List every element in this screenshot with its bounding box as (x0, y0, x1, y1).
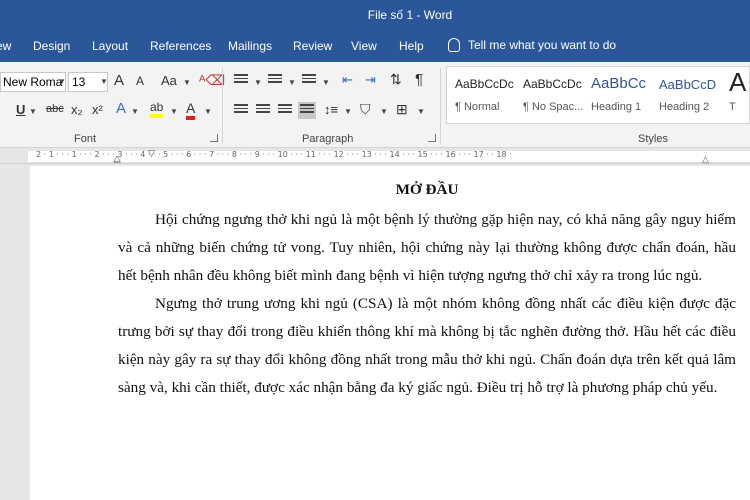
align-right-icon[interactable] (278, 104, 292, 116)
style-heading-2[interactable]: AaBbCcD Heading 2 (651, 67, 721, 123)
underline-button[interactable]: U (16, 102, 25, 117)
shading-icon[interactable]: ⛉ (360, 101, 371, 118)
font-name-box[interactable]: New Roma (0, 72, 66, 92)
left-indent-marker-icon[interactable]: ⧋ (113, 154, 121, 165)
highlight-button[interactable]: ab (150, 100, 164, 118)
tell-me-text: Tell me what you want to do (468, 38, 617, 52)
strikethrough-button[interactable]: abc (46, 103, 64, 115)
text-effects-dropdown-icon[interactable]: ▼ (131, 107, 139, 116)
document-body[interactable]: MỞ ĐẦU Hội chứng ngưng thở khi ngủ là mộ… (118, 180, 736, 402)
font-name-dropdown-icon[interactable]: ▼ (58, 77, 66, 86)
change-case-button[interactable]: Aa (161, 73, 177, 88)
title-bar: File số 1 - Word (0, 0, 750, 30)
style-normal[interactable]: AaBbCcDc ¶ Normal (447, 67, 515, 123)
borders-icon[interactable]: ⊞ (396, 101, 408, 118)
paragraph-group-label: Paragraph (302, 133, 354, 145)
align-left-icon[interactable] (234, 104, 248, 116)
numbering-dropdown-icon[interactable]: ▼ (288, 78, 296, 87)
shading-dropdown-icon[interactable]: ▼ (380, 107, 388, 116)
bullets-icon[interactable] (234, 74, 248, 86)
ribbon-tabs: ew Design Layout References Mailings Rev… (0, 30, 750, 62)
tell-me-box[interactable]: Tell me what you want to do (448, 38, 616, 52)
tab-layout[interactable]: Layout (92, 39, 128, 53)
font-group-label: Font (74, 133, 97, 145)
paragraph-1: Hội chứng ngưng thở khi ngủ là một bệnh … (118, 211, 736, 284)
first-line-indent-marker-icon[interactable]: ▽ (148, 148, 155, 159)
font-size-dropdown-icon[interactable]: ▼ (100, 77, 108, 86)
increase-indent-icon[interactable]: ⇥ (365, 72, 376, 88)
window-title: File số 1 - Word (367, 8, 453, 22)
shrink-font-button[interactable]: A (136, 74, 144, 88)
tab-references[interactable]: References (150, 39, 211, 53)
font-dialog-launcher-icon[interactable] (210, 134, 218, 142)
show-formatting-button[interactable]: ¶ (415, 71, 423, 88)
change-case-dropdown-icon[interactable]: ▼ (183, 78, 191, 87)
tab-view[interactable]: View (351, 39, 377, 53)
subscript-button[interactable]: x₂ (71, 102, 83, 117)
borders-dropdown-icon[interactable]: ▼ (417, 107, 425, 116)
style-no-spacing[interactable]: AaBbCcDc ¶ No Spac... (515, 67, 583, 123)
lightbulb-icon (448, 38, 460, 52)
ribbon-separator (440, 68, 441, 144)
tab-help[interactable]: Help (399, 39, 424, 53)
style-title[interactable]: A T (721, 67, 749, 123)
document-heading: MỞ ĐẦU (395, 181, 459, 198)
highlight-dropdown-icon[interactable]: ▼ (170, 107, 178, 116)
document-page[interactable]: MỞ ĐẦU Hội chứng ngưng thở khi ngủ là mộ… (30, 166, 750, 500)
multilevel-list-icon[interactable] (302, 74, 316, 86)
font-color-button[interactable]: A (186, 100, 196, 120)
horizontal-ruler[interactable]: 2 · 1 · · · 1 · · · 2 · · · 3 · · · 4 · … (0, 148, 750, 164)
numbering-icon[interactable] (268, 74, 282, 86)
ribbon-separator (222, 68, 223, 144)
styles-gallery: AaBbCcDc ¶ Normal AaBbCcDc ¶ No Spac... … (446, 66, 750, 124)
sort-icon[interactable]: ⇅ (390, 71, 402, 88)
underline-dropdown-icon[interactable]: ▼ (29, 107, 37, 116)
grow-font-button[interactable]: A (114, 72, 124, 89)
superscript-button[interactable]: x² (92, 102, 103, 117)
paragraph-2: Ngưng thở trung ương khi ngủ (CSA) là mộ… (118, 295, 736, 396)
right-indent-marker-icon[interactable]: △ (702, 154, 709, 165)
text-effects-button[interactable]: A (116, 100, 126, 117)
tab-review[interactable]: Review (293, 39, 332, 53)
line-spacing-icon[interactable]: ↕≡ (324, 102, 338, 117)
decrease-indent-icon[interactable]: ⇤ (342, 72, 353, 88)
font-color-dropdown-icon[interactable]: ▼ (204, 107, 212, 116)
tab-design[interactable]: Design (33, 39, 70, 53)
bullets-dropdown-icon[interactable]: ▼ (254, 78, 262, 87)
style-heading-1[interactable]: AaBbCc Heading 1 (583, 67, 651, 123)
styles-group-label: Styles (638, 133, 668, 145)
ruler-scale: 2 · 1 · · · 1 · · · 2 · · · 3 · · · 4 · … (36, 150, 512, 159)
tab-mailings[interactable]: Mailings (228, 39, 272, 53)
paragraph-dialog-launcher-icon[interactable] (428, 134, 436, 142)
tab-view-partial[interactable]: ew (0, 39, 11, 53)
ribbon: New Roma ▼ 13 ▼ A A Aa ▼ ᴬ⌫ U ▼ abc x₂ x… (0, 62, 750, 148)
multilevel-dropdown-icon[interactable]: ▼ (322, 78, 330, 87)
justify-icon[interactable] (298, 102, 316, 119)
line-spacing-dropdown-icon[interactable]: ▼ (344, 107, 352, 116)
align-center-icon[interactable] (256, 104, 270, 116)
